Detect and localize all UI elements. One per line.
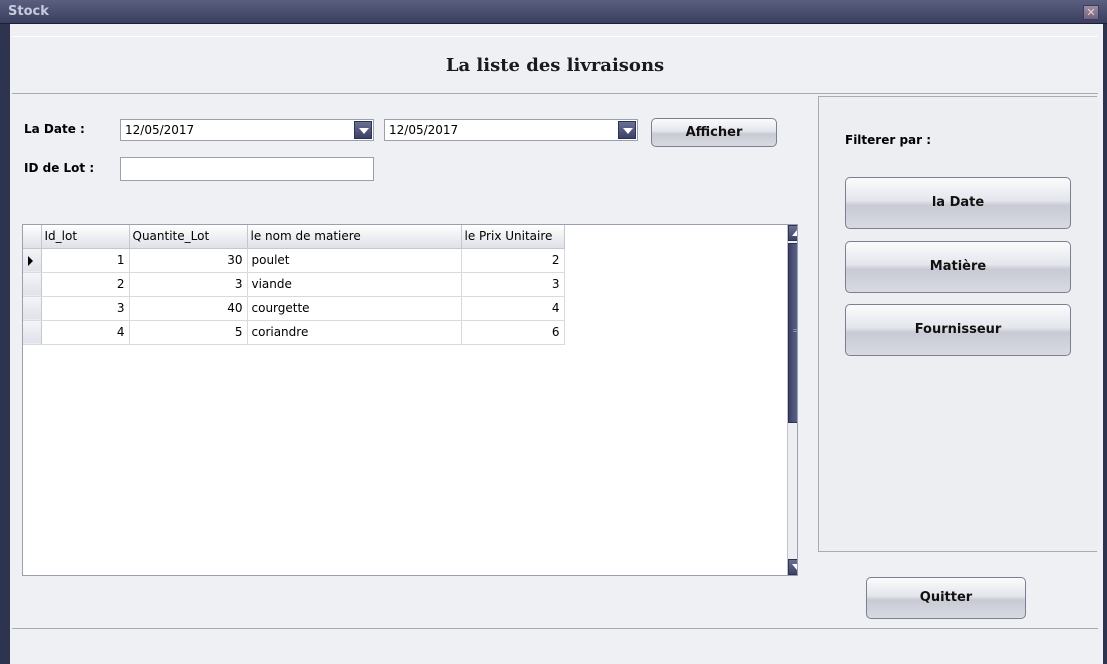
divider: [12, 628, 1098, 629]
column-header-id-lot[interactable]: Id_lot: [41, 225, 130, 249]
filter-panel: Filterer par : la Date Matière Fournisse…: [818, 96, 1097, 552]
page-title: La liste des livraisons: [445, 55, 665, 76]
lot-id-label: ID de Lot :: [24, 161, 95, 175]
close-icon[interactable]: ✕: [1083, 5, 1099, 20]
cell-matiere[interactable]: coriandre: [247, 320, 462, 345]
cell-prix[interactable]: 2: [461, 248, 565, 273]
filter-matiere-button[interactable]: Matière: [845, 241, 1071, 293]
cell-id-lot[interactable]: 4: [41, 320, 130, 345]
column-header-quantite[interactable]: Quantite_Lot: [129, 225, 248, 249]
row-selector[interactable]: [23, 272, 42, 297]
window-title: Stock: [8, 4, 49, 19]
filter-fournisseur-button[interactable]: Fournisseur: [845, 304, 1071, 356]
column-header-prix[interactable]: le Prix Unitaire: [461, 225, 565, 249]
vertical-scrollbar[interactable]: [787, 225, 797, 575]
scroll-up-icon[interactable]: [788, 225, 797, 241]
grid-header-row: Id_lot Quantite_Lot le nom de matiere le…: [23, 225, 565, 249]
lot-id-input[interactable]: [120, 157, 374, 181]
scroll-thumb[interactable]: [788, 243, 797, 423]
table-row[interactable]: 4 5 coriandre 6: [23, 320, 565, 345]
filter-by-label: Filterer par :: [845, 133, 932, 147]
date-to-value: 12/05/2017: [389, 123, 459, 137]
cell-matiere[interactable]: poulet: [247, 248, 462, 273]
date-from-picker[interactable]: 12/05/2017: [120, 119, 374, 141]
quit-button[interactable]: Quitter: [866, 577, 1026, 619]
cell-matiere[interactable]: courgette: [247, 296, 462, 321]
cell-matiere[interactable]: viande: [247, 272, 462, 297]
cell-id-lot[interactable]: 1: [41, 248, 130, 273]
date-from-value: 12/05/2017: [125, 123, 195, 137]
scroll-down-icon[interactable]: [788, 559, 797, 575]
chevron-down-icon[interactable]: [354, 121, 372, 139]
table-row[interactable]: 3 40 courgette 4: [23, 296, 565, 321]
deliveries-grid[interactable]: Id_lot Quantite_Lot le nom de matiere le…: [22, 224, 798, 576]
chevron-down-icon[interactable]: [618, 121, 636, 139]
title-bar: Stock ✕: [0, 0, 1107, 24]
row-selector[interactable]: [23, 320, 42, 345]
cell-prix[interactable]: 4: [461, 296, 565, 321]
current-row-icon: [28, 255, 33, 266]
row-selector[interactable]: [23, 296, 42, 321]
date-label: La Date :: [24, 122, 85, 136]
app-window: Stock ✕ La liste des livraisons La Date …: [0, 0, 1107, 664]
table-row[interactable]: 2 3 viande 3: [23, 272, 565, 297]
table-row[interactable]: 1 30 poulet 2: [23, 248, 565, 273]
cell-prix[interactable]: 3: [461, 272, 565, 297]
filter-date-button[interactable]: la Date: [845, 177, 1071, 229]
row-selector[interactable]: [23, 248, 42, 273]
row-header-corner: [23, 225, 42, 249]
cell-quantite[interactable]: 30: [129, 248, 248, 273]
date-to-picker[interactable]: 12/05/2017: [384, 119, 638, 141]
column-header-matiere[interactable]: le nom de matiere: [247, 225, 462, 249]
cell-quantite[interactable]: 40: [129, 296, 248, 321]
cell-prix[interactable]: 6: [461, 320, 565, 345]
afficher-button[interactable]: Afficher: [651, 118, 777, 147]
cell-id-lot[interactable]: 2: [41, 272, 130, 297]
cell-quantite[interactable]: 3: [129, 272, 248, 297]
cell-id-lot[interactable]: 3: [41, 296, 130, 321]
header-panel: La liste des livraisons: [12, 36, 1098, 94]
cell-quantite[interactable]: 5: [129, 320, 248, 345]
